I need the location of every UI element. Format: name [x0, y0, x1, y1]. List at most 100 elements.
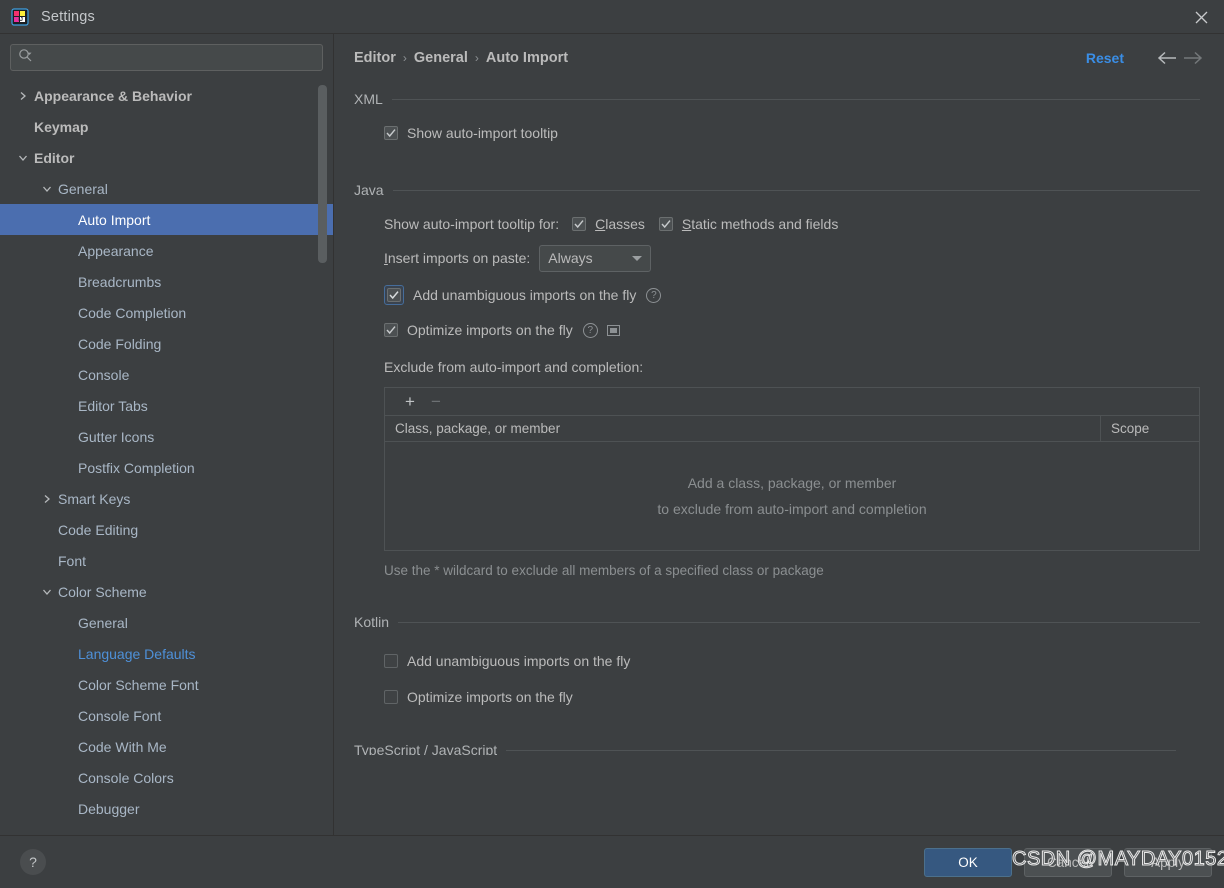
- column-header-class[interactable]: Class, package, or member: [385, 415, 1101, 442]
- sidebar-item-label: Console Font: [78, 707, 162, 724]
- sidebar-item-language-defaults[interactable]: Language Defaults: [0, 638, 333, 669]
- close-icon[interactable]: [1178, 0, 1224, 34]
- sidebar-item-breadcrumbs[interactable]: Breadcrumbs: [0, 266, 333, 297]
- help-icon[interactable]: ?: [646, 287, 662, 303]
- kotlin-optimize-checkbox[interactable]: [384, 690, 398, 704]
- sidebar-item-general[interactable]: General: [0, 173, 333, 204]
- kotlin-add-unambiguous-checkbox[interactable]: [384, 654, 398, 668]
- sidebar-item-keymap[interactable]: Keymap: [0, 111, 333, 142]
- sidebar-item-auto-import[interactable]: Auto Import: [0, 204, 333, 235]
- exclude-title: Exclude from auto-import and completion:: [384, 359, 644, 375]
- cancel-button[interactable]: Cancel: [1024, 847, 1112, 877]
- help-icon[interactable]: ?: [582, 322, 598, 338]
- breadcrumb-bar: Editor › General › Auto Import Reset: [354, 34, 1224, 82]
- add-exclusion-button[interactable]: +: [397, 393, 423, 410]
- sidebar-item-label: Gutter Icons: [78, 428, 155, 445]
- sidebar-scrollbar-thumb[interactable]: [318, 85, 327, 263]
- java-static-methods-checkbox[interactable]: [658, 217, 673, 231]
- chevron-down-icon[interactable]: [40, 585, 54, 599]
- ok-button[interactable]: OK: [924, 847, 1012, 877]
- java-classes-checkbox-group[interactable]: CClasseslasses: [572, 216, 645, 232]
- java-add-unambiguous-row[interactable]: Add unambiguous imports on the fly ?: [354, 277, 1224, 313]
- sidebar-item-code-completion[interactable]: Code Completion: [0, 297, 333, 328]
- intellij-idea-icon: IJ: [11, 7, 29, 26]
- sidebar-item-color-scheme[interactable]: Color Scheme: [0, 576, 333, 607]
- sidebar-item-code-editing[interactable]: Code Editing: [0, 514, 333, 545]
- java-optimize-row[interactable]: Optimize imports on the fly ?: [354, 313, 1224, 347]
- java-static-methods-checkbox-group[interactable]: Static methods and fields: [658, 216, 839, 232]
- kotlin-add-unambiguous-row[interactable]: Add unambiguous imports on the fly: [354, 643, 1224, 679]
- sidebar-scrollbar[interactable]: [318, 80, 327, 835]
- sidebar-item-appearance[interactable]: Appearance: [0, 235, 333, 266]
- java-section: Java Show auto-import tooltip for: CClas…: [354, 179, 1224, 581]
- window-title: Settings: [41, 8, 95, 25]
- search-input[interactable]: [37, 50, 315, 65]
- kotlin-optimize-row[interactable]: Optimize imports on the fly: [354, 679, 1224, 715]
- java-static-methods-label: Static methods and fields: [681, 216, 839, 232]
- insert-imports-select[interactable]: Always: [539, 244, 652, 272]
- sidebar-item-postfix-completion[interactable]: Postfix Completion: [0, 452, 333, 483]
- search-icon: [18, 48, 33, 68]
- breadcrumb-separator: ›: [474, 51, 479, 65]
- sidebar-item-font[interactable]: Font: [0, 545, 333, 576]
- sidebar-item-label: Appearance & Behavior: [34, 87, 192, 104]
- breadcrumb-part-2[interactable]: Auto Import: [486, 50, 568, 66]
- column-header-scope[interactable]: Scope: [1101, 416, 1199, 442]
- sidebar-item-editor[interactable]: Editor: [0, 142, 333, 173]
- sidebar-item-code-folding[interactable]: Code Folding: [0, 328, 333, 359]
- java-insert-imports-row: Insert imports on paste: Always: [354, 239, 1224, 277]
- kotlin-section: Kotlin Add unambiguous imports on the fl…: [354, 611, 1224, 715]
- reset-button[interactable]: Reset: [1086, 50, 1124, 66]
- settings-box-icon[interactable]: [606, 324, 620, 336]
- breadcrumb-part-1[interactable]: General: [414, 50, 468, 66]
- divider: [392, 189, 1200, 191]
- chevron-right-icon[interactable]: [40, 492, 54, 506]
- arrow-left-icon[interactable]: [1154, 51, 1180, 65]
- sidebar-item-console[interactable]: Console: [0, 359, 333, 390]
- chevron-down-icon[interactable]: [40, 182, 54, 196]
- java-classes-checkbox[interactable]: [572, 217, 587, 231]
- sidebar-item-console-font[interactable]: Console Font: [0, 700, 333, 731]
- breadcrumb-part-0[interactable]: Editor: [354, 50, 396, 66]
- sidebar-item-smart-keys[interactable]: Smart Keys: [0, 483, 333, 514]
- settings-window: IJ Settings Appearance & Behavior Keymap…: [0, 0, 1224, 888]
- sidebar-item-console-colors[interactable]: Console Colors: [0, 762, 333, 793]
- sidebar-item-gutter-icons[interactable]: Gutter Icons: [0, 421, 333, 452]
- sidebar-item-editor-tabs[interactable]: Editor Tabs: [0, 390, 333, 421]
- sidebar-item-debugger[interactable]: Debugger: [0, 793, 333, 824]
- help-button[interactable]: ?: [20, 849, 46, 875]
- xml-section: XML Show auto-import tooltip: [354, 88, 1224, 148]
- sidebar-item-code-with-me[interactable]: Code With Me: [0, 731, 333, 762]
- divider: [398, 621, 1200, 623]
- window-body: Appearance & Behavior Keymap Editor General…: [0, 34, 1224, 835]
- apply-button[interactable]: Apply: [1124, 847, 1212, 877]
- xml-show-tooltip-checkbox[interactable]: [384, 126, 398, 140]
- java-optimize-checkbox[interactable]: [384, 323, 398, 337]
- xml-show-tooltip-row[interactable]: Show auto-import tooltip: [354, 118, 1224, 148]
- chevron-right-icon[interactable]: [16, 89, 30, 103]
- search-box[interactable]: [10, 44, 323, 71]
- settings-tree[interactable]: Appearance & Behavior Keymap Editor General…: [0, 80, 333, 835]
- insert-imports-value: Always: [548, 250, 593, 266]
- typescript-javascript-section: TypeScript / JavaScript: [354, 739, 1224, 755]
- java-classes-label: CClasseslasses: [595, 216, 645, 232]
- java-tooltip-for-row: Show auto-import tooltip for: CClassesla…: [354, 209, 1224, 239]
- empty-line-2: to exclude from auto-import and completi…: [657, 501, 927, 517]
- java-add-unambiguous-checkbox[interactable]: [387, 288, 401, 302]
- sidebar-item-appearance-behavior[interactable]: Appearance & Behavior: [0, 80, 333, 111]
- sidebar-item-label: Editor Tabs: [78, 397, 148, 414]
- empty-line-1: Add a class, package, or member: [687, 475, 897, 491]
- sidebar-item-label: Code Editing: [58, 521, 139, 538]
- sidebar-item-color-scheme-font[interactable]: Color Scheme Font: [0, 669, 333, 700]
- chevron-down-icon[interactable]: [16, 151, 30, 165]
- sidebar-item-general[interactable]: General: [0, 607, 333, 638]
